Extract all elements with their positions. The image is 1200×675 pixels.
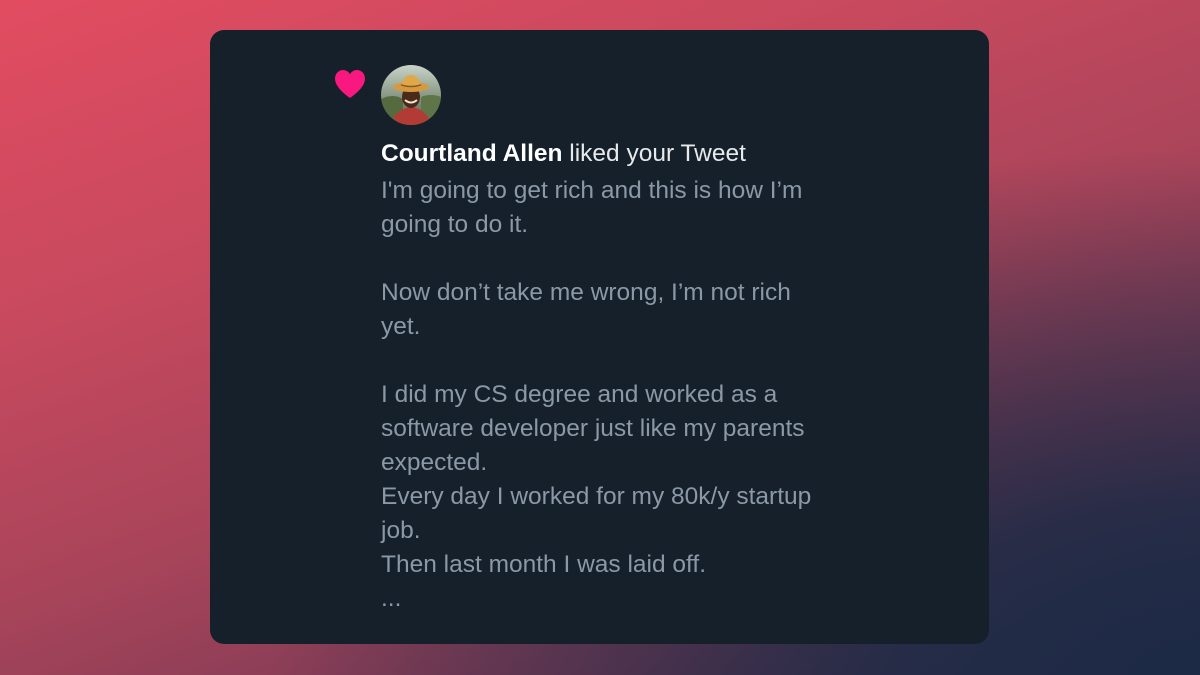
tweet-line: job. [381,517,421,544]
tweet-line: Now don’t take me wrong, I’m not rich [381,279,791,306]
tweet-line: software developer just like my parents [381,415,805,442]
tweet-line: Then last month I was laid off. [381,551,707,578]
avatar-image [381,65,441,125]
notification-text: Courtland Allen liked your Tweet [381,137,901,171]
heart-icon [335,70,365,98]
tweet-line: I did my CS degree and worked as a [381,381,778,408]
user-name-link[interactable]: Courtland Allen [381,140,562,167]
tweet-line: expected. [381,449,488,476]
avatar[interactable] [381,65,441,125]
tweet-line [381,242,881,276]
tweet-line: I'm going to get rich and this is how I’… [381,177,803,204]
tweet-line: ... [381,585,402,612]
action-text: liked your Tweet [562,140,746,167]
tweet-line [381,344,881,378]
tweet-line: Every day I worked for my 80k/y startup [381,483,812,510]
tweet-line: going to do it. [381,211,529,238]
tweet-line: yet. [381,313,421,340]
tweet-text[interactable]: I'm going to get rich and this is how I’… [381,174,881,616]
